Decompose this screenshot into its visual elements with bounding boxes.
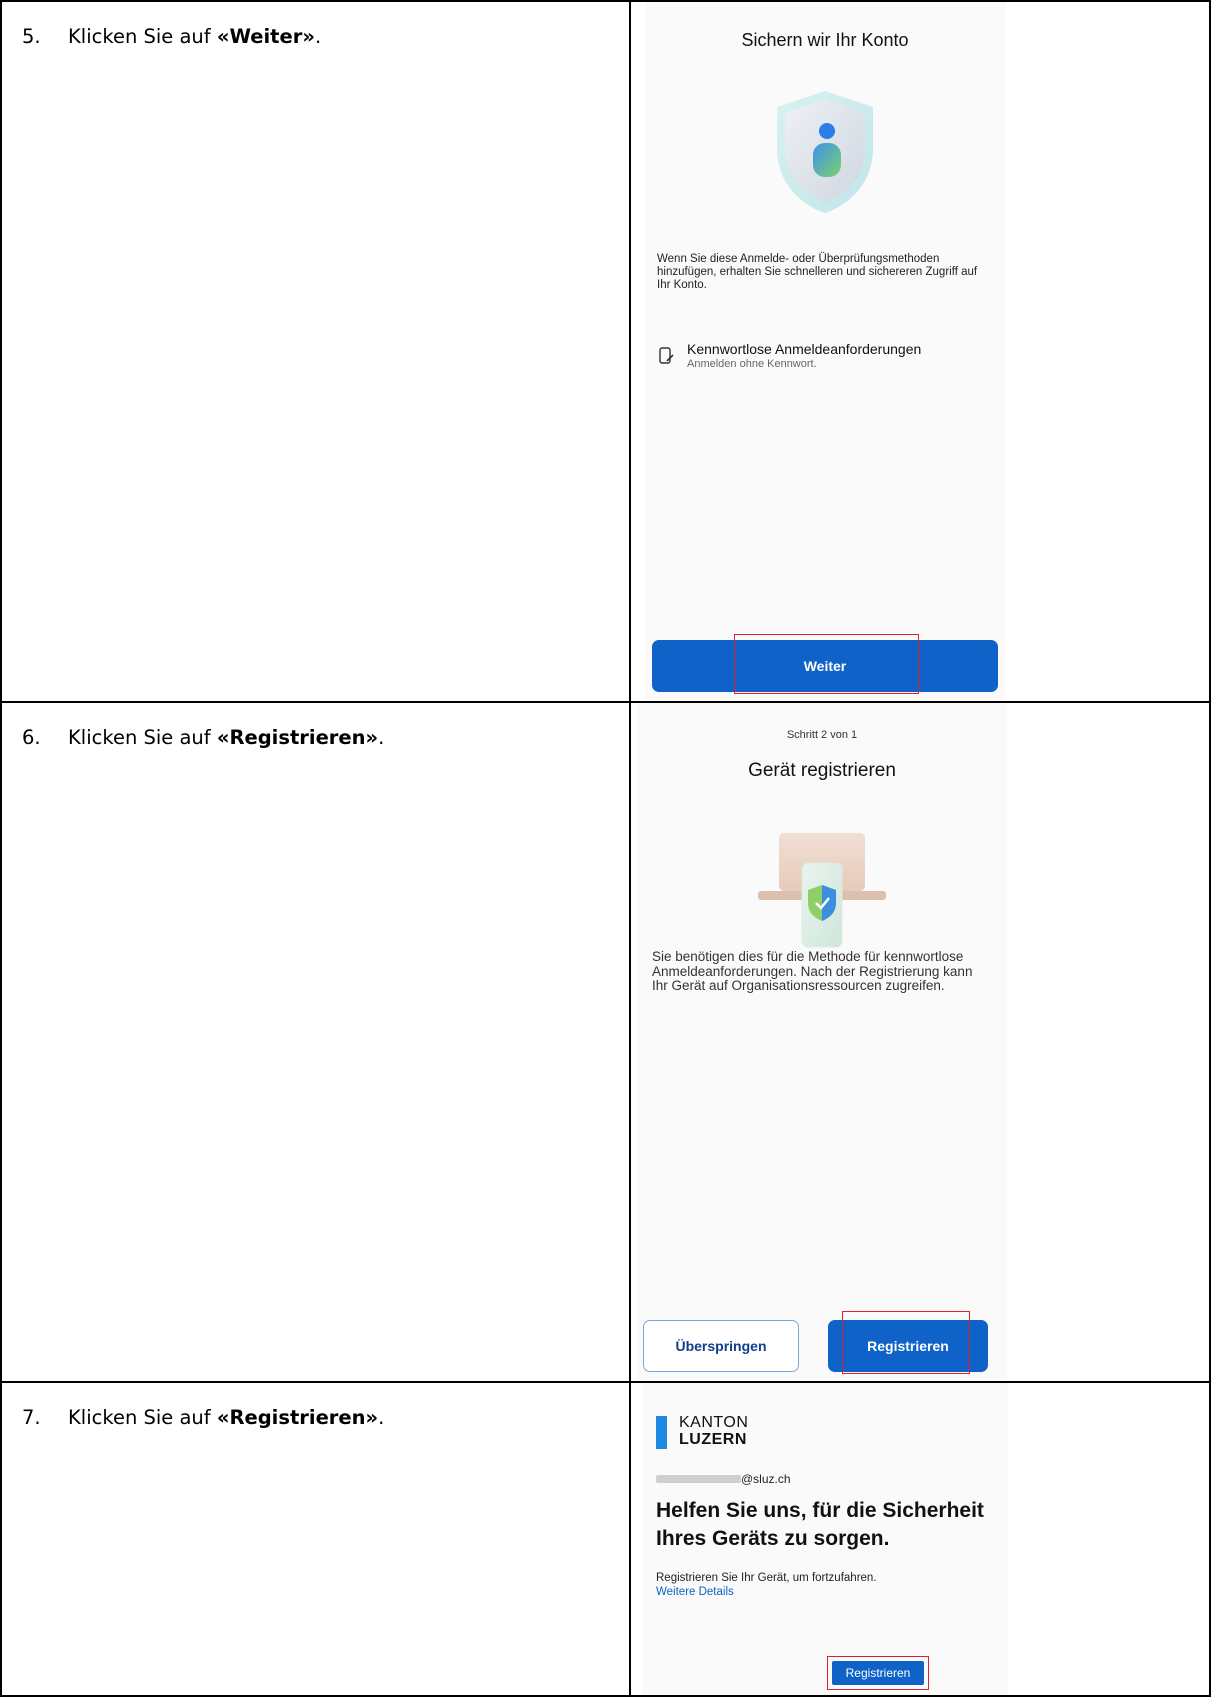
- step-number: 5.: [22, 25, 41, 48]
- step-number: 7.: [22, 1406, 41, 1429]
- step-instruction: 6. Klicken Sie auf «Registrieren».: [22, 725, 384, 751]
- table-border-right: [1209, 0, 1211, 1697]
- ueberspringen-button[interactable]: Überspringen: [643, 1320, 799, 1372]
- logo-bar: [656, 1416, 667, 1449]
- shield-user-icon: [765, 87, 885, 217]
- table-row-divider: [0, 701, 1211, 703]
- table-border-top: [0, 0, 1211, 2]
- email-row: @sluz.ch: [656, 1472, 791, 1486]
- logo-line2: LUZERN: [679, 1431, 747, 1448]
- step-instruction-suffix: .: [378, 726, 385, 749]
- step-instruction-target: «Registrieren»: [216, 726, 379, 749]
- highlight-box: [842, 1311, 970, 1374]
- step-number: 6.: [22, 726, 41, 749]
- method-subtitle: Anmelden ohne Kennwort.: [687, 358, 817, 370]
- step-instruction-suffix: .: [378, 1406, 385, 1429]
- highlight-box: [734, 634, 919, 694]
- step-instruction: 5. Klicken Sie auf «Weiter».: [22, 24, 321, 50]
- step-instruction-target: «Weiter»: [216, 25, 315, 48]
- phone-sign-in-icon: [659, 347, 675, 365]
- step-instruction-target: «Registrieren»: [216, 1406, 379, 1429]
- laptop-phone-shield-icon: [752, 829, 892, 954]
- table-border-left: [0, 0, 2, 1697]
- email-redacted: [656, 1475, 741, 1483]
- screen-title: Sichern wir Ihr Konto: [741, 30, 909, 50]
- logo-line1: KANTON: [679, 1414, 749, 1431]
- step-instruction-prefix: Klicken Sie auf: [68, 25, 217, 48]
- highlight-box: [827, 1656, 929, 1690]
- screen-body: Wenn Sie diese Anmelde- oder Überprüfung…: [657, 253, 978, 291]
- screen-title: Gerät registrieren: [748, 760, 896, 781]
- weitere-details-link[interactable]: Weitere Details: [656, 1586, 734, 1598]
- table-row-divider: [0, 1381, 1211, 1383]
- screen-body: Registrieren Sie Ihr Gerät, um fortzufah…: [656, 1572, 877, 1584]
- instruction-table: 5. Klicken Sie auf «Weiter». Sichern wir …: [0, 0, 1211, 1697]
- email-domain: @sluz.ch: [741, 1472, 791, 1486]
- table-column-divider: [629, 0, 631, 1697]
- screenshot-kanton-luzern: KANTON LUZERN @sluz.ch Helfen Sie uns, f…: [643, 1383, 1008, 1695]
- step-instruction: 7. Klicken Sie auf «Registrieren».: [22, 1405, 384, 1431]
- step-instruction-prefix: Klicken Sie auf: [68, 1406, 217, 1429]
- step-counter: Schritt 2 von 1: [786, 729, 858, 741]
- screen-body: Sie benötigen dies für die Methode für k…: [652, 949, 973, 993]
- step-instruction-prefix: Klicken Sie auf: [68, 726, 217, 749]
- screenshot-register-device: Schritt 2 von 1 Gerät registrieren Sie b…: [637, 703, 1007, 1380]
- method-title: Kennwortlose Anmeldeanforderungen: [687, 341, 922, 357]
- screen-heading: Helfen Sie uns, für die Sicherheit Ihres…: [656, 1499, 984, 1550]
- table-border-bottom: [0, 1695, 1211, 1697]
- screenshot-secure-account: Sichern wir Ihr Konto Wenn Sie diese Anm…: [645, 2, 1005, 700]
- step-instruction-suffix: .: [314, 25, 322, 48]
